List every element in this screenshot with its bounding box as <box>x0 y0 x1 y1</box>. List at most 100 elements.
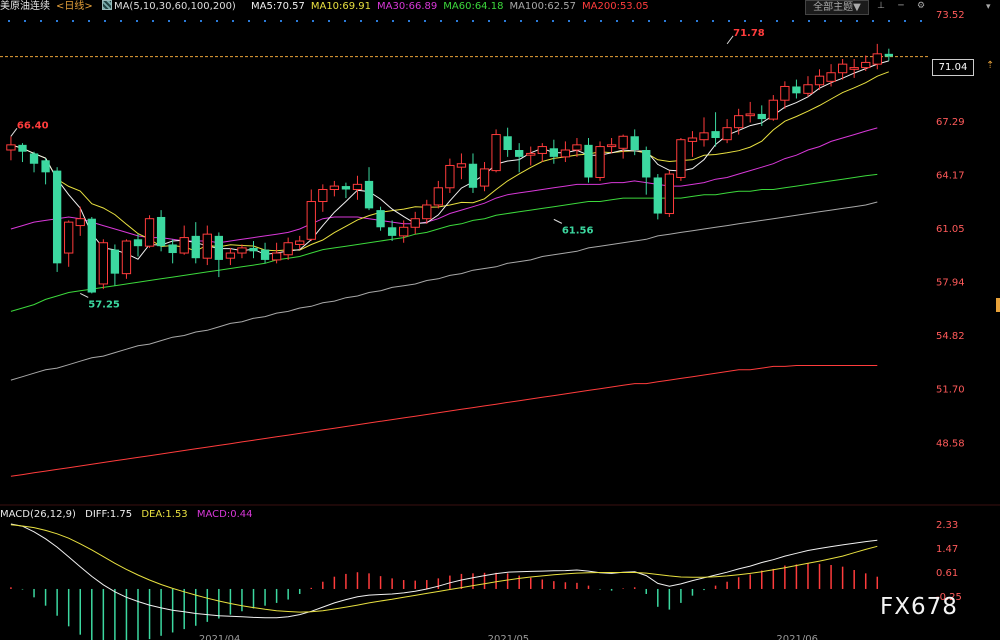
grid-dot <box>808 20 810 22</box>
candle-up <box>491 134 501 172</box>
grid-dot <box>376 20 378 22</box>
grid-dot <box>728 20 730 22</box>
candle-up <box>664 173 675 215</box>
grid-dot <box>568 20 570 22</box>
price-axis-label: 67.29 <box>936 117 965 128</box>
candle-down <box>133 239 143 247</box>
watermark-logo: FX678 <box>880 594 958 620</box>
grid-dot <box>184 20 186 22</box>
candle-down <box>110 249 120 274</box>
macd-diff-line <box>10 523 878 619</box>
candle-up <box>329 185 340 191</box>
macd-diff-value: DIFF:1.75 <box>85 509 133 520</box>
chart-canvas[interactable]: 73.52 67.29 64.17 61.05 57.94 54.82 51.70 48.58… <box>0 0 1000 640</box>
instrument-title[interactable]: 美原油连续 <box>0 1 50 12</box>
candle-down <box>341 186 351 190</box>
candle-down <box>168 244 177 254</box>
grid-dot <box>712 20 714 22</box>
ma-settings-icon[interactable] <box>101 0 112 10</box>
candle-down <box>364 180 374 209</box>
candle-up <box>526 152 536 156</box>
candle-down <box>156 216 166 247</box>
grid-dot <box>616 20 618 22</box>
candle-down <box>757 113 766 120</box>
grid-dot <box>744 20 746 22</box>
period-selector[interactable]: <日线> <box>56 1 93 12</box>
candle-down <box>18 144 27 152</box>
grid-dot <box>648 20 650 22</box>
candle-down <box>711 131 720 138</box>
grid-dot <box>232 20 234 22</box>
macd-params[interactable]: MACD(26,12,9) <box>0 509 76 520</box>
price-annotation: 57.25 <box>88 299 120 310</box>
ma-line-ma200 <box>10 365 878 477</box>
minimize-icon[interactable]: ─ <box>896 0 906 12</box>
scroll-handle[interactable] <box>996 298 1000 312</box>
candle-up <box>64 221 74 254</box>
candle-up <box>352 183 363 191</box>
candle-down <box>41 160 50 173</box>
candle-up <box>687 137 698 142</box>
chevron-down-icon[interactable]: ▾ <box>986 2 991 12</box>
candle-up <box>814 75 825 86</box>
date-axis-label: 2021/06 <box>776 634 818 640</box>
candle-down <box>792 86 801 94</box>
ma-legend-ma5: MA5:70.57 <box>251 1 305 12</box>
candle-up <box>560 149 571 158</box>
candle-up <box>121 240 132 275</box>
candle-up <box>780 85 790 101</box>
grid-dot <box>408 20 410 22</box>
candle-up <box>202 233 212 259</box>
price-axis-label: 54.82 <box>936 331 965 342</box>
date-axis-label: 2021/04 <box>199 634 241 640</box>
grid-dot <box>872 20 874 22</box>
grid-dot <box>248 20 250 22</box>
grid-dot <box>216 20 218 22</box>
grid-dot <box>200 20 202 22</box>
candle-up <box>295 240 305 245</box>
macd-dea-line <box>10 524 878 613</box>
candle-up <box>433 187 443 206</box>
price-axis-label: 64.17 <box>936 171 965 182</box>
grid-dot <box>760 20 762 22</box>
candle-up <box>283 242 293 256</box>
pin-icon[interactable]: ⊥ <box>876 0 886 12</box>
candle-down <box>214 235 224 260</box>
price-axis-label: 57.94 <box>936 278 965 289</box>
candle-down <box>52 170 62 264</box>
macd-dea-value: DEA:1.53 <box>141 509 188 520</box>
candle-up <box>144 218 155 247</box>
macd-value: MACD:0.44 <box>196 509 253 520</box>
ma-line-ma100 <box>10 201 878 381</box>
grid-dot <box>456 20 458 22</box>
theme-menu-button[interactable]: 全部主题▼ <box>805 0 869 15</box>
grid-dot <box>520 20 522 22</box>
candle-up <box>98 242 108 285</box>
price-annotation: 61.56 <box>562 225 594 236</box>
candle-up <box>699 132 709 141</box>
candle-up <box>872 53 882 65</box>
candle-up <box>6 144 16 151</box>
candle-down <box>515 150 524 157</box>
grid-dot <box>344 20 346 22</box>
grid-dot <box>792 20 794 22</box>
grid-dot <box>8 20 10 22</box>
up-arrow-icon: ⇡ <box>986 60 995 71</box>
settings-icon[interactable]: ⚙ <box>916 0 926 12</box>
macd-axis-label: 2.33 <box>936 520 958 531</box>
candle-down <box>884 53 893 57</box>
candle-up <box>237 247 247 254</box>
grid-dot <box>504 20 506 22</box>
grid-dot <box>696 20 698 22</box>
ma-legend-ma10: MA10:69.91 <box>310 1 372 12</box>
grid-dot <box>168 20 170 22</box>
grid-dot <box>856 20 858 22</box>
candle-up <box>456 163 467 168</box>
candle-down <box>584 144 593 178</box>
grid-dot <box>840 20 842 22</box>
candle-down <box>642 150 651 178</box>
candle-down <box>503 136 512 151</box>
candle-down <box>653 177 662 214</box>
candle-up <box>318 189 328 203</box>
candle-up <box>179 237 189 254</box>
